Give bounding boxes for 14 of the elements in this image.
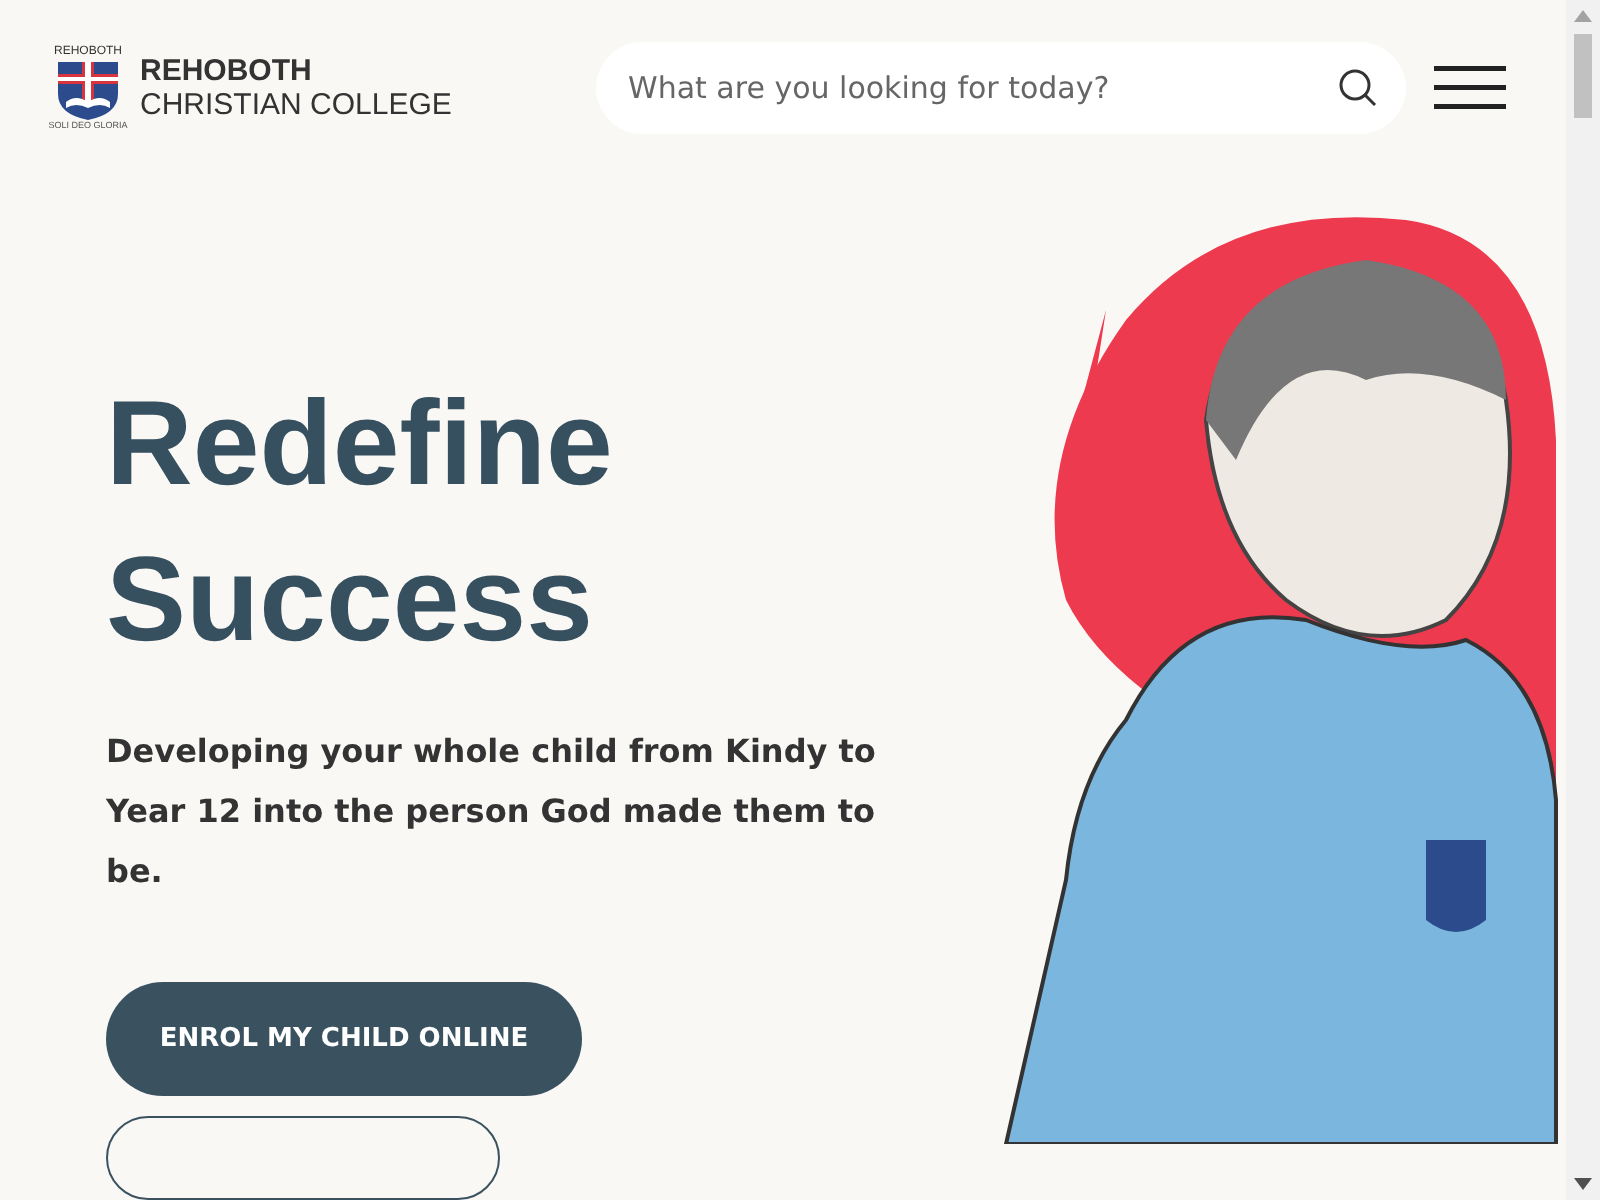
scrollbar-thumb[interactable] [1574,34,1592,118]
hero-title: Redefine [106,374,615,514]
shield-icon [54,57,122,122]
outline-button[interactable] [106,1116,500,1200]
search-field[interactable]: What are you looking for today? [596,42,1406,134]
search-icon[interactable] [1338,68,1378,108]
hero-subtitle: Developing your whole child from Kindy to Year 12 into the person God made them to be. [106,730,876,894]
college-name-subtitle[interactable]: CHRISTIAN COLLEGE [140,88,452,122]
college-name[interactable]: REHOBOTH [140,54,452,88]
hero-title: Success [106,530,596,670]
scroll-down-icon[interactable] [1574,1178,1592,1190]
enrol-button[interactable]: ENROL MY CHILD ONLINE [106,982,582,1096]
scrollbar[interactable] [1566,0,1600,1200]
menu-icon[interactable] [1434,66,1506,110]
